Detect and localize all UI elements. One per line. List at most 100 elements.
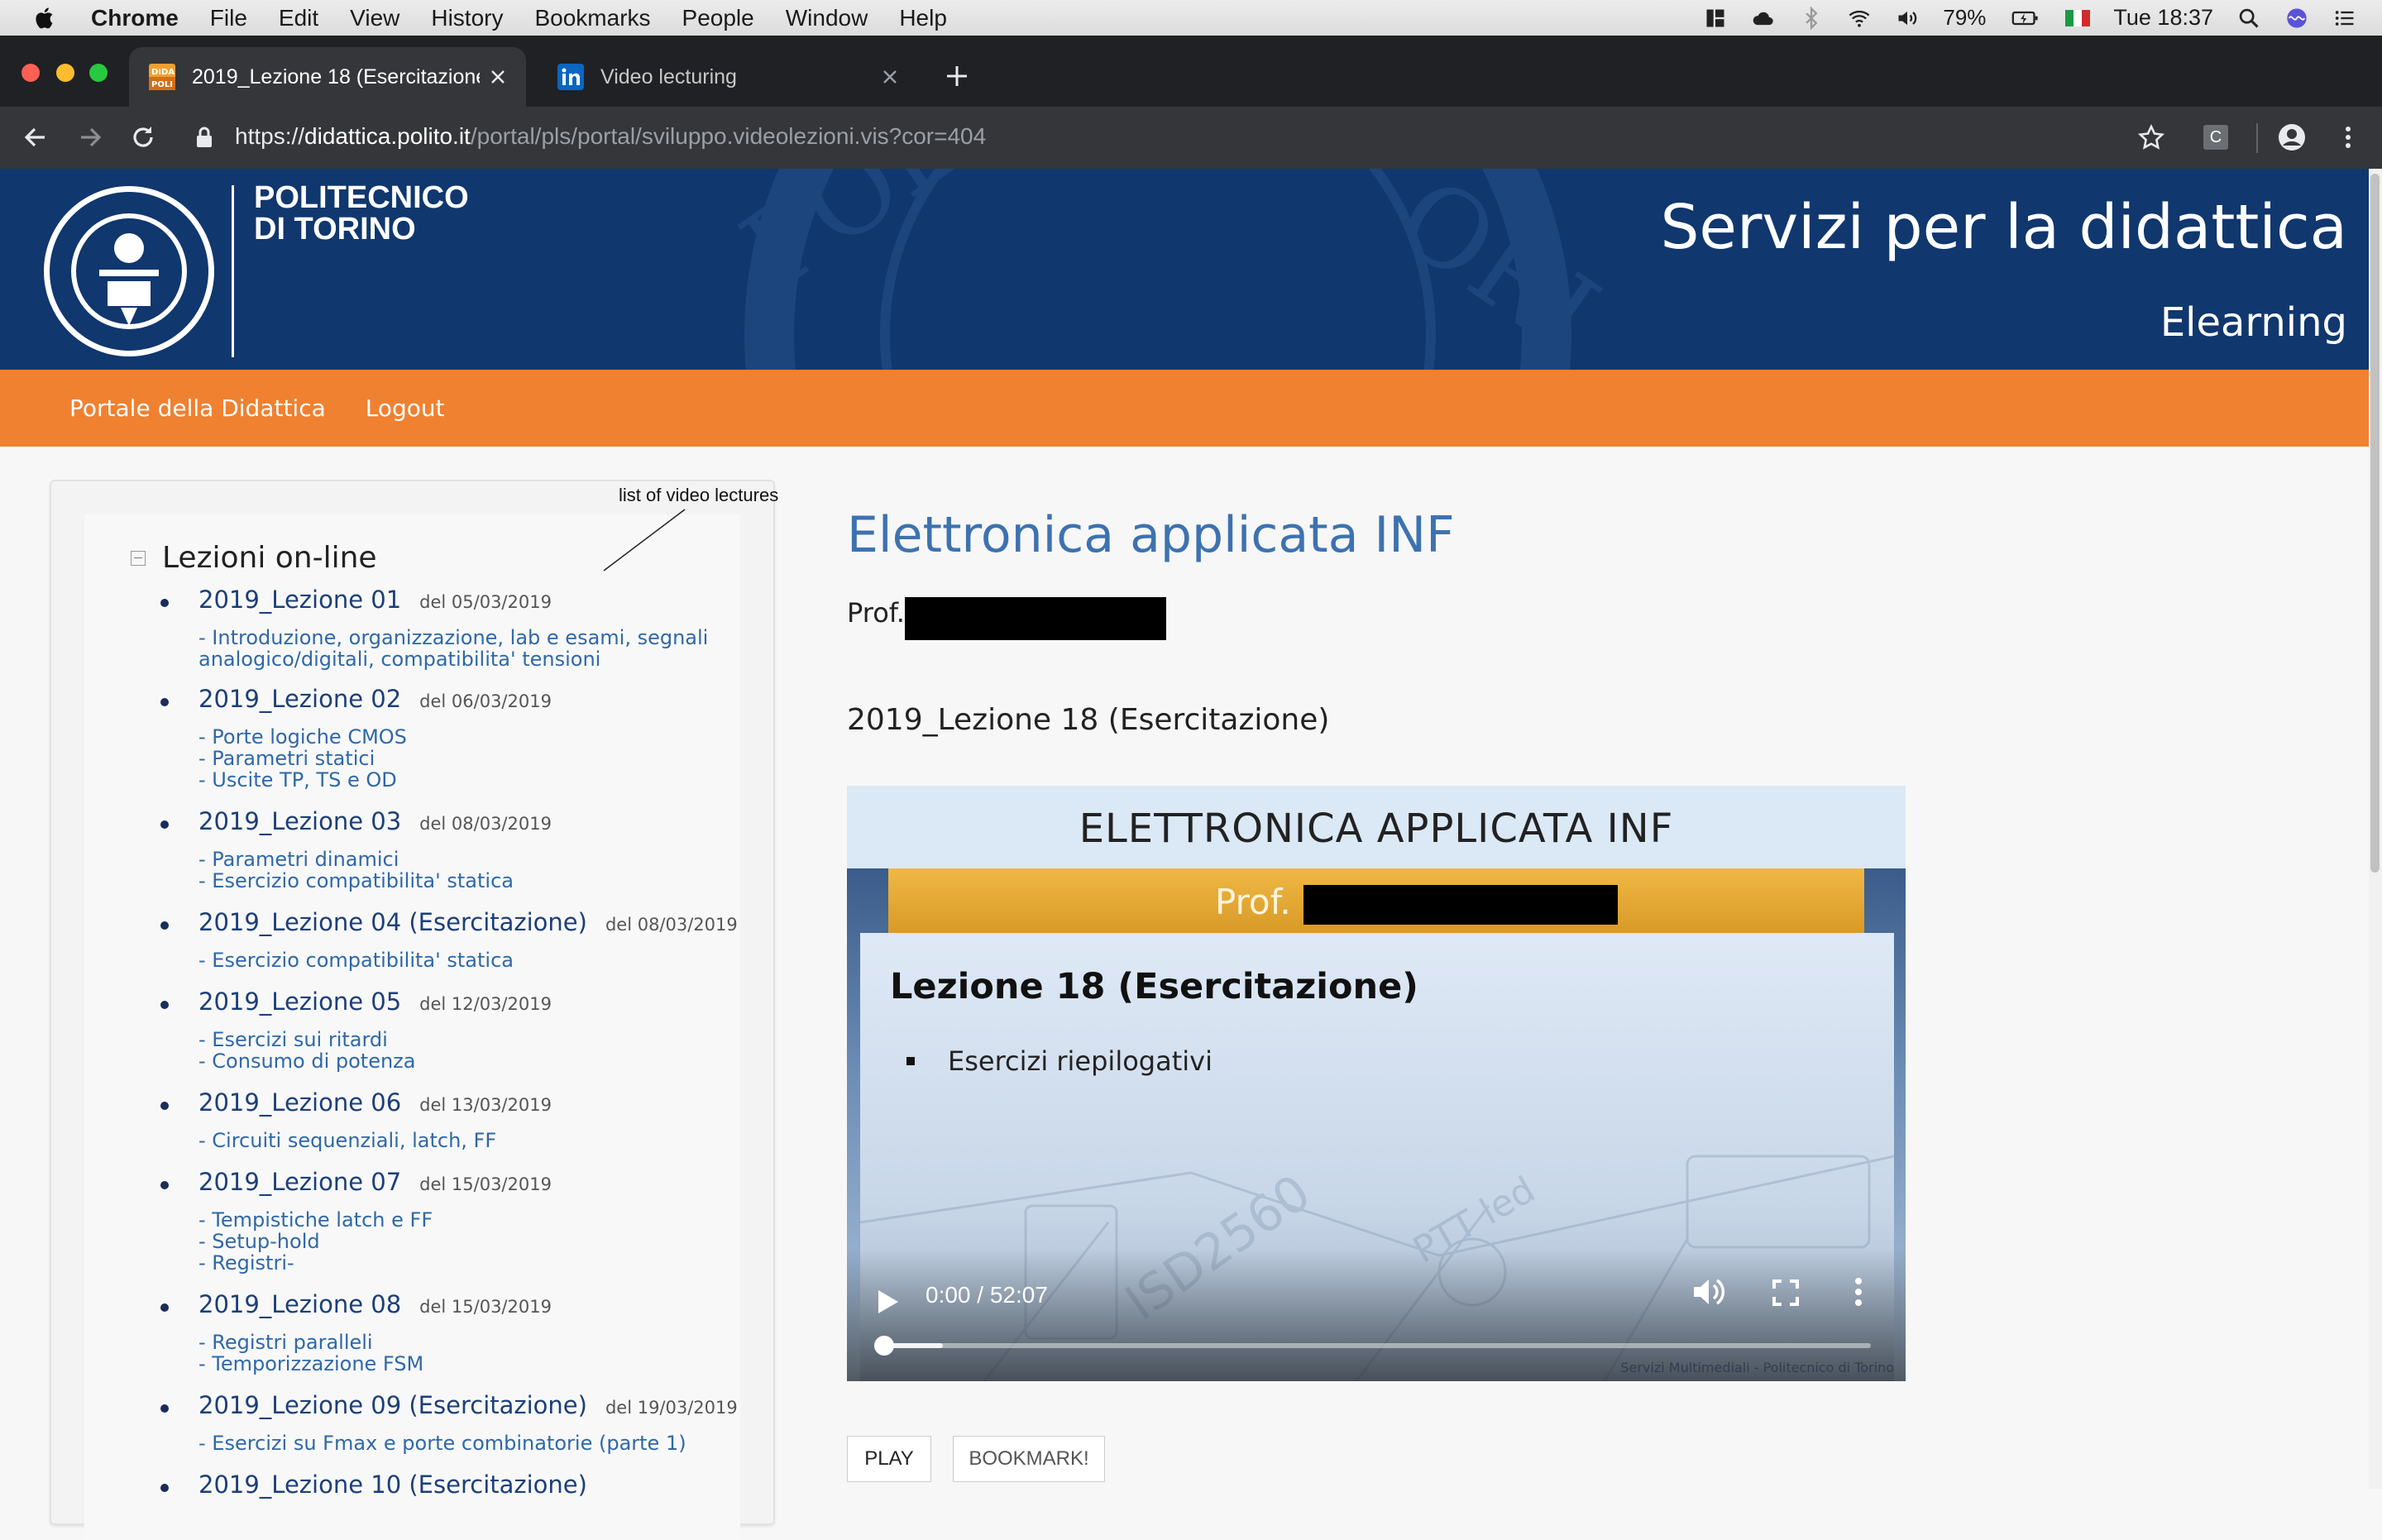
lesson-topic-link[interactable]: - Esercizi sui ritardi (198, 1029, 728, 1050)
lesson-link[interactable]: 2019_Lezione 05 (198, 988, 401, 1016)
menu-history[interactable]: History (431, 5, 503, 31)
browser-toolbar: https://didattica.polito.it/portal/pls/p… (0, 107, 2382, 169)
menubar-clock[interactable]: Tue 18:37 (2113, 5, 2213, 31)
window-zoom-button[interactable] (89, 64, 108, 82)
apple-icon[interactable] (33, 6, 58, 31)
close-tab-icon[interactable] (490, 69, 506, 85)
menu-app-name[interactable]: Chrome (91, 5, 179, 31)
lesson-topic-link[interactable]: analogico/digitali, compatibilita' tensi… (198, 648, 728, 670)
wifi-icon[interactable] (1847, 7, 1872, 30)
forward-arrow-icon[interactable] (74, 122, 106, 153)
battery-percent[interactable]: 79% (1943, 5, 1986, 31)
bookmark-button[interactable]: BOOKMARK! (953, 1436, 1105, 1482)
spotlight-search-icon[interactable] (2236, 7, 2261, 30)
nav-portale-didattica[interactable]: Portale della Didattica (69, 395, 326, 422)
notification-center-icon[interactable] (2332, 7, 2357, 30)
lesson-item: 2019_Lezione 09 (Esercitazione) del 19/03… (160, 1391, 738, 1471)
site-header: POLITE ORI POLITECNICO DI TORINO Servizi… (0, 169, 2369, 370)
more-options-icon[interactable] (1854, 1277, 1863, 1307)
reload-icon[interactable] (127, 122, 159, 153)
play-icon[interactable] (877, 1289, 900, 1315)
list-bullet (160, 698, 169, 706)
lesson-link[interactable]: 2019_Lezione 01 (198, 586, 401, 614)
bookmark-star-icon[interactable] (2136, 122, 2167, 153)
italian-flag-icon[interactable] (2065, 9, 2091, 26)
page-scrollbar-thumb[interactable] (2370, 174, 2380, 873)
play-button[interactable]: PLAY (847, 1436, 931, 1482)
toolbar-divider (2256, 123, 2258, 153)
close-tab-icon[interactable] (882, 69, 898, 85)
menu-people[interactable]: People (682, 5, 754, 31)
grid-app-icon[interactable] (1703, 7, 1728, 30)
linkedin-icon (557, 64, 584, 90)
menu-file[interactable]: File (210, 5, 247, 31)
volume-icon[interactable] (1691, 1275, 1727, 1308)
lesson-topic-link[interactable]: - Parametri dinamici (198, 849, 728, 870)
url-text[interactable]: https://didattica.polito.it/portal/pls/p… (235, 123, 986, 150)
menu-window[interactable]: Window (786, 5, 868, 31)
slide-professor-band: Prof. (888, 868, 1864, 933)
new-tab-plus-icon[interactable] (943, 62, 971, 90)
lesson-date: del 12/03/2019 (419, 994, 552, 1014)
browser-tab-strip: DIDA POLI 2019_Lezione 18 (Esercitazione)… (0, 36, 2382, 107)
lesson-date: del 05/03/2019 (419, 592, 552, 612)
lesson-link[interactable]: 2019_Lezione 03 (198, 807, 401, 835)
lesson-topic-link[interactable]: - Esercizio compatibilita' statica (198, 870, 728, 892)
extension-c-icon[interactable]: C (2203, 125, 2228, 150)
volume-icon[interactable] (1895, 7, 1920, 30)
fullscreen-icon[interactable] (1772, 1279, 1800, 1307)
lesson-link[interactable]: 2019_Lezione 07 (198, 1168, 401, 1196)
lessons-tree-header[interactable]: Lezioni on-line (131, 541, 377, 575)
lesson-link[interactable]: 2019_Lezione 02 (198, 685, 401, 713)
lesson-date: del 19/03/2019 (605, 1398, 738, 1418)
lesson-link[interactable]: 2019_Lezione 06 (198, 1088, 401, 1117)
video-player[interactable]: ELETTRONICA APPLICATA INF Prof. ISD2560 … (847, 786, 1906, 1381)
slide-header-text: ELETTRONICA APPLICATA INF (1079, 806, 1674, 852)
lesson-link[interactable]: 2019_Lezione 08 (198, 1290, 401, 1318)
chrome-menu-icon[interactable] (2332, 122, 2364, 153)
video-seek-bar[interactable] (883, 1343, 1871, 1348)
list-bullet (160, 921, 169, 930)
svg-text:POLI: POLI (151, 80, 173, 89)
bluetooth-icon[interactable] (1799, 6, 1824, 30)
menu-help[interactable]: Help (899, 5, 947, 31)
profile-avatar-icon[interactable] (2276, 122, 2308, 153)
window-close-button[interactable] (22, 64, 40, 82)
lesson-topic-link[interactable]: - Setup-hold (198, 1231, 728, 1252)
collapse-toggle-icon[interactable] (131, 550, 146, 566)
nav-logout[interactable]: Logout (366, 395, 445, 422)
menu-view[interactable]: View (350, 5, 399, 31)
lesson-link[interactable]: 2019_Lezione 10 (Esercitazione) (198, 1471, 587, 1499)
lesson-topic-link[interactable]: - Circuiti sequenziali, latch, FF (198, 1130, 728, 1151)
menu-edit[interactable]: Edit (279, 5, 318, 31)
lesson-topic-link[interactable]: - Introduzione, organizzazione, lab e es… (198, 627, 728, 648)
back-arrow-icon[interactable] (20, 122, 51, 153)
lesson-topic-link[interactable]: - Temporizzazione FSM (198, 1353, 728, 1375)
politecnico-wordmark[interactable]: POLITECNICO DI TORINO (254, 182, 469, 245)
video-time: 0:00 / 52:07 (926, 1282, 1048, 1308)
menu-bookmarks[interactable]: Bookmarks (534, 5, 650, 31)
tab-lezione-18[interactable]: DIDA POLI 2019_Lezione 18 (Esercitazione) (129, 47, 526, 107)
lesson-topic-link[interactable]: - Uscite TP, TS e OD (198, 769, 728, 791)
lock-icon[interactable] (195, 127, 213, 148)
window-minimize-button[interactable] (56, 64, 74, 82)
lesson-link[interactable]: 2019_Lezione 04 (Esercitazione) (198, 908, 587, 936)
tab-video-lecturing[interactable]: Video lecturing (538, 47, 918, 107)
slide-bullet: Esercizi riepilogativi (906, 1045, 1213, 1077)
lesson-topic-link[interactable]: - Porte logiche CMOS (198, 726, 728, 748)
lesson-topic-link[interactable]: - Consumo di potenza (198, 1050, 728, 1072)
politecnico-seal-logo[interactable] (41, 184, 217, 359)
professor-name-redacted (905, 597, 1166, 640)
lesson-topic-link[interactable]: - Registri- (198, 1252, 728, 1274)
video-seek-handle[interactable] (874, 1336, 894, 1356)
lesson-topic-link[interactable]: - Esercizio compatibilita' statica (198, 949, 728, 971)
lesson-topic-link[interactable]: - Registri paralleli (198, 1332, 728, 1353)
battery-icon[interactable] (2009, 7, 2042, 30)
video-credit: Servizi Multimediali - Politecnico di To… (1620, 1360, 1894, 1375)
lesson-topic-link[interactable]: - Tempistiche latch e FF (198, 1209, 728, 1231)
siri-icon[interactable] (2284, 7, 2309, 30)
lesson-link[interactable]: 2019_Lezione 09 (Esercitazione) (198, 1391, 587, 1419)
cloud-icon[interactable] (1751, 7, 1776, 30)
lesson-topic-link[interactable]: - Parametri statici (198, 748, 728, 769)
lesson-topic-link[interactable]: - Esercizi su Fmax e porte combinatorie … (198, 1432, 728, 1454)
